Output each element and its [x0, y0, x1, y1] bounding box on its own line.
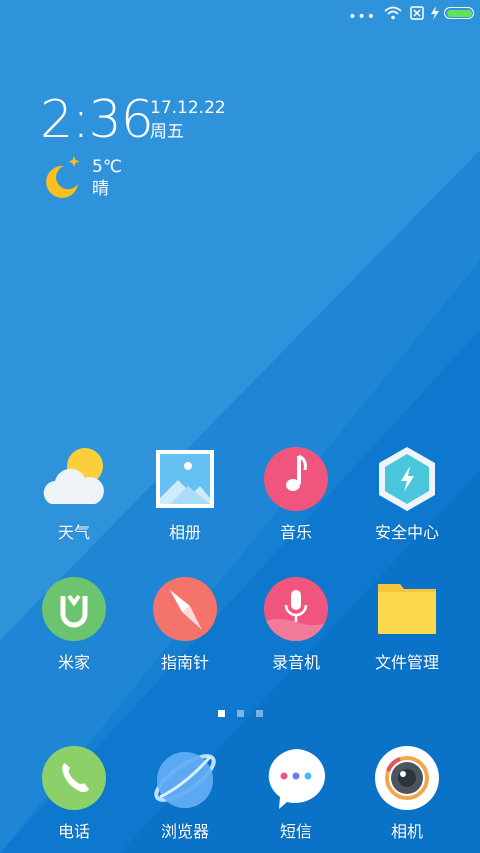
app-label: 安全中心 — [374, 523, 439, 542]
app-label: 电话 — [57, 822, 90, 841]
clock-weekday: 周五 — [150, 122, 184, 142]
app-label: 音乐 — [279, 523, 312, 542]
app-label: 指南针 — [160, 653, 209, 672]
weather-app-icon — [41, 446, 107, 512]
app-phone[interactable]: 电话 — [19, 745, 129, 842]
camera-icon — [374, 745, 440, 811]
app-security[interactable]: 安全中心 — [352, 446, 462, 543]
page-indicator[interactable] — [0, 702, 480, 721]
app-label: 相册 — [168, 523, 201, 542]
app-label: 短信 — [279, 822, 312, 841]
battery-fill — [446, 9, 472, 17]
recorder-icon — [263, 576, 329, 642]
app-label: 相机 — [390, 822, 423, 841]
security-icon — [374, 446, 440, 512]
clock-date: 17.12.22 — [150, 98, 226, 118]
app-gallery[interactable]: 相册 — [130, 446, 240, 543]
app-music[interactable]: 音乐 — [241, 446, 351, 543]
battery-icon — [444, 7, 474, 19]
music-icon — [263, 446, 329, 512]
moon-icon — [46, 156, 80, 198]
app-recorder[interactable]: 录音机 — [241, 576, 351, 673]
sim-off-icon — [410, 6, 424, 20]
app-label: 米家 — [57, 653, 90, 672]
clock-widget[interactable]: 2:36 — [40, 90, 154, 150]
gallery-icon — [152, 446, 218, 512]
page-dot-2[interactable] — [236, 710, 244, 717]
phone-icon — [41, 745, 107, 811]
app-label: 天气 — [57, 523, 90, 542]
app-weather[interactable]: 天气 — [19, 446, 129, 543]
date-block: 17.12.22 周五 — [150, 96, 226, 144]
folder-icon — [374, 576, 440, 642]
app-browser[interactable]: 浏览器 — [130, 745, 240, 842]
app-camera[interactable]: 相机 — [352, 745, 462, 842]
messages-icon — [263, 745, 329, 811]
status-bar: ••• — [0, 0, 480, 28]
wifi-icon — [384, 6, 402, 20]
app-messages[interactable]: 短信 — [241, 745, 351, 842]
signal-dots: ••• — [348, 9, 376, 25]
page-dot-1[interactable] — [217, 710, 225, 717]
weather-condition: 晴 — [92, 179, 109, 199]
app-compass[interactable]: 指南针 — [130, 576, 240, 673]
charging-bolt-icon — [431, 6, 439, 20]
app-files[interactable]: 文件管理 — [352, 576, 462, 673]
weather-widget[interactable]: 5℃ 晴 — [92, 156, 122, 200]
mijia-icon — [41, 576, 107, 642]
weather-temperature: 5℃ — [92, 157, 122, 177]
app-label: 文件管理 — [374, 653, 439, 672]
page-dot-3[interactable] — [255, 710, 263, 717]
app-label: 录音机 — [271, 653, 320, 672]
app-label: 浏览器 — [160, 822, 209, 841]
app-mijia[interactable]: 米家 — [19, 576, 129, 673]
clock-time: 2:36 — [40, 90, 154, 150]
compass-icon — [152, 576, 218, 642]
browser-icon — [152, 745, 218, 811]
